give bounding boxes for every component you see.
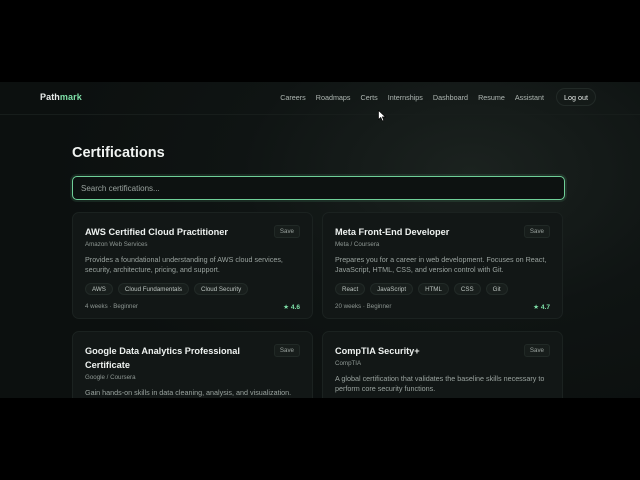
card-duration-level: 20 weeks · Beginner <box>335 303 392 310</box>
save-button[interactable]: Save <box>273 344 300 357</box>
top-navbar: Pathmark Careers Roadmaps Certs Internsh… <box>0 82 640 115</box>
mouse-cursor-icon <box>378 110 386 122</box>
cert-card-aws[interactable]: AWS Certified Cloud Practitioner Save Am… <box>72 212 313 319</box>
rating-badge: ★ 4.6 <box>283 304 300 311</box>
skill-tag: Cloud Fundamentals <box>117 283 189 295</box>
skill-tag: JavaScript <box>370 283 414 295</box>
logout-button[interactable]: Log out <box>556 88 596 106</box>
skill-tag: React <box>335 283 366 295</box>
card-description: Prepares you for a career in web develop… <box>335 255 547 274</box>
rating-badge: ★ 4.7 <box>533 304 550 311</box>
card-title: CompTIA Security+ <box>335 346 420 356</box>
nav-link-assistant[interactable]: Assistant <box>515 93 544 102</box>
cert-card-google-data[interactable]: Google Data Analytics Professional Certi… <box>72 331 313 398</box>
nav-link-roadmaps[interactable]: Roadmaps <box>316 93 351 102</box>
cert-card-meta[interactable]: Meta Front-End Developer Save Meta / Cou… <box>322 212 563 319</box>
card-issuer: Amazon Web Services <box>85 241 148 248</box>
card-title: AWS Certified Cloud Practitioner <box>85 227 228 237</box>
brand-prefix: Path <box>40 92 60 102</box>
skill-tag: Git <box>485 283 508 295</box>
nav-link-careers[interactable]: Careers <box>280 93 306 102</box>
skill-tag: HTML <box>418 283 449 295</box>
card-tags: React JavaScript HTML CSS Git <box>335 283 508 295</box>
skill-tag: Cloud Security <box>193 283 249 295</box>
app-viewport: Pathmark Careers Roadmaps Certs Internsh… <box>0 82 640 398</box>
card-description: Gain hands-on skills in data cleaning, a… <box>85 388 292 397</box>
search-box[interactable] <box>72 176 565 200</box>
nav-link-internships[interactable]: Internships <box>388 93 423 102</box>
card-description: A global certification that validates th… <box>335 374 545 393</box>
cert-card-comptia[interactable]: CompTIA Security+ Save CompTIA A global … <box>322 331 563 398</box>
skill-tag: CSS <box>453 283 481 295</box>
card-duration-level: 4 weeks · Beginner <box>85 303 138 310</box>
card-description: Provides a foundational understanding of… <box>85 255 283 274</box>
brand-suffix: mark <box>59 92 82 102</box>
page-title: Certifications <box>72 145 165 161</box>
save-button[interactable]: Save <box>523 344 550 357</box>
card-issuer: CompTIA <box>335 360 362 367</box>
save-button[interactable]: Save <box>273 225 300 238</box>
card-issuer: Google / Coursera <box>85 374 136 381</box>
card-tags: AWS Cloud Fundamentals Cloud Security <box>85 283 249 295</box>
brand-logo[interactable]: Pathmark <box>40 92 82 102</box>
skill-tag: AWS <box>85 283 113 295</box>
nav-link-certs[interactable]: Certs <box>361 93 378 102</box>
card-title: Google Data Analytics Professional Certi… <box>85 346 240 370</box>
search-input[interactable] <box>73 177 564 199</box>
card-title: Meta Front-End Developer <box>335 227 450 237</box>
card-issuer: Meta / Coursera <box>335 241 380 248</box>
nav-link-dashboard[interactable]: Dashboard <box>433 93 468 102</box>
save-button[interactable]: Save <box>523 225 550 238</box>
nav-links: Careers Roadmaps Certs Internships Dashb… <box>280 93 544 102</box>
nav-link-resume[interactable]: Resume <box>478 93 505 102</box>
